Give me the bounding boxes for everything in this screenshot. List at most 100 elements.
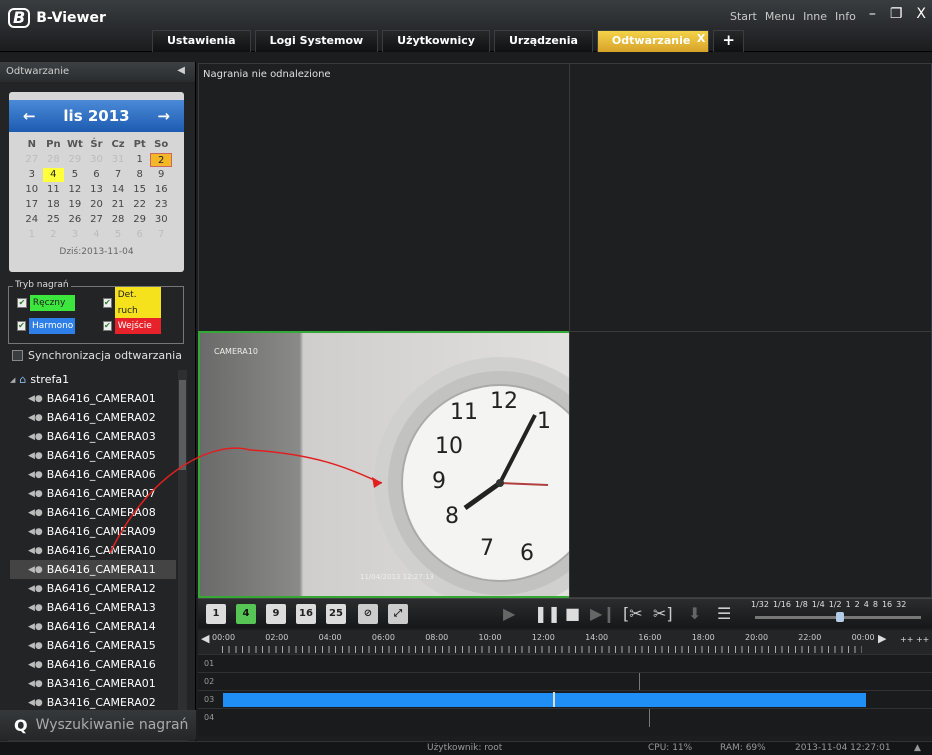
checkbox-icon[interactable]: ✔ <box>17 321 26 331</box>
speed-label[interactable]: 1/2 <box>829 600 842 609</box>
menu-menu[interactable]: Menu <box>765 10 795 23</box>
calendar-day[interactable]: 11 <box>43 183 65 197</box>
calendar-day[interactable]: 29 <box>129 213 151 227</box>
layout-9-button[interactable]: 9 <box>266 604 286 624</box>
camera-item[interactable]: ◀● BA6416_CAMERA06 <box>10 465 176 484</box>
tree-scrollbar[interactable] <box>178 370 187 735</box>
calendar-day[interactable]: 24 <box>21 213 43 227</box>
calendar-day[interactable]: 19 <box>64 198 86 212</box>
expand-icon[interactable]: ◢ <box>10 376 15 384</box>
calendar-day[interactable]: 26 <box>64 213 86 227</box>
calendar-day[interactable]: 14 <box>107 183 129 197</box>
calendar-day[interactable]: 28 <box>43 153 65 167</box>
calendar-day[interactable]: 4 <box>42 168 65 182</box>
recording-bar[interactable] <box>223 693 866 707</box>
search-recordings-button[interactable]: Q Wyszukiwanie nagrań <box>0 710 196 740</box>
camera-item[interactable]: ◀● BA6416_CAMERA11 <box>10 560 176 579</box>
camera-item[interactable]: ◀● BA6416_CAMERA07 <box>10 484 176 503</box>
camera-item[interactable]: ◀● BA6416_CAMERA08 <box>10 503 176 522</box>
layout-16-button[interactable]: 16 <box>296 604 316 624</box>
fullscreen-icon[interactable]: ⤢ <box>388 604 408 624</box>
calendar-day[interactable]: 17 <box>21 198 43 212</box>
timeline-row-01[interactable]: 01 <box>198 654 932 672</box>
tree-root[interactable]: ◢ ⌂ strefa1 <box>10 370 176 389</box>
camera-item[interactable]: ◀● BA6416_CAMERA01 <box>10 389 176 408</box>
calendar-day[interactable]: 6 <box>129 228 151 242</box>
calendar-day[interactable]: 22 <box>129 198 151 212</box>
layout-4-button[interactable]: 4 <box>236 604 256 624</box>
calendar-day[interactable]: 27 <box>21 153 43 167</box>
next-month-icon[interactable]: → <box>157 107 170 125</box>
camera-item[interactable]: ◀● BA6416_CAMERA05 <box>10 446 176 465</box>
calendar-day[interactable]: 25 <box>43 213 65 227</box>
camera-item[interactable]: ◀● BA3416_CAMERA01 <box>10 674 176 693</box>
calendar-day[interactable]: 13 <box>86 183 108 197</box>
menu-inne[interactable]: Inne <box>803 10 827 23</box>
add-tab-button[interactable]: + <box>713 30 744 52</box>
calendar-day[interactable]: 2 <box>150 153 172 167</box>
calendar-day[interactable]: 18 <box>43 198 65 212</box>
camera-item[interactable]: ◀● BA6416_CAMERA12 <box>10 579 176 598</box>
video-pane-1[interactable]: Nagrania nie odnalezione <box>198 63 570 332</box>
video-pane-2[interactable] <box>569 63 932 332</box>
playback-cursor[interactable] <box>553 692 555 707</box>
menu-start[interactable]: Start <box>730 10 757 23</box>
checkbox-icon[interactable]: ✔ <box>103 321 112 331</box>
expand-status-icon[interactable]: ▲ <box>914 743 921 753</box>
calendar-day[interactable]: 3 <box>64 228 86 242</box>
calendar-day[interactable]: 20 <box>86 198 108 212</box>
timeline-next-icon[interactable]: ▶ <box>878 632 886 645</box>
layout-25-button[interactable]: 25 <box>326 604 346 624</box>
tab-logi-systemow[interactable]: Logi Systemow <box>254 30 379 52</box>
download-icon[interactable]: ⬇ <box>688 604 701 623</box>
calendar-day[interactable]: 16 <box>150 183 172 197</box>
stop-all-icon[interactable]: ⊘ <box>358 604 378 624</box>
calendar-day[interactable]: 21 <box>107 198 129 212</box>
mode-input[interactable]: ✔ Wejście <box>101 318 161 334</box>
close-icon[interactable]: X <box>916 6 926 22</box>
speed-label[interactable]: 1/32 <box>751 600 769 609</box>
mode-motion[interactable]: ✔ Det. ruch <box>101 287 161 319</box>
video-pane-4[interactable] <box>569 331 932 598</box>
clip-start-icon[interactable]: [✂ <box>623 604 643 623</box>
calendar-day[interactable]: 5 <box>64 168 86 182</box>
calendar-day[interactable]: 29 <box>64 153 86 167</box>
layout-1-button[interactable]: 1 <box>206 604 226 624</box>
timeline-row-02[interactable]: 02 <box>198 672 932 691</box>
speed-label[interactable]: 4 <box>864 600 869 609</box>
camera-item[interactable]: ◀● BA6416_CAMERA13 <box>10 598 176 617</box>
calendar-day[interactable]: 23 <box>150 198 172 212</box>
tab-odtwarzanie[interactable]: Odtwarzanie X <box>596 30 710 52</box>
tab-urzadzenia[interactable]: Urządzenia <box>493 30 593 52</box>
speed-label[interactable]: 1/8 <box>795 600 808 609</box>
calendar-today[interactable]: Dziś:2013-11-04 <box>9 247 184 257</box>
timeline-prev-icon[interactable]: ◀ <box>201 632 209 645</box>
calendar-day[interactable]: 10 <box>21 183 43 197</box>
speed-label[interactable]: 32 <box>896 600 906 609</box>
timeline-zoom-icon[interactable]: ++ ++ <box>900 635 929 644</box>
speed-label[interactable]: 16 <box>882 600 892 609</box>
calendar-day[interactable]: 8 <box>129 168 151 182</box>
calendar-day[interactable]: 31 <box>107 153 129 167</box>
stop-icon[interactable]: ■ <box>565 604 580 623</box>
video-pane-3[interactable]: 12 1 11 10 9 8 7 6 CAMERA10 11/04/2013 12:27:13 <box>198 331 571 598</box>
minimize-icon[interactable]: – <box>869 6 876 22</box>
calendar-day[interactable]: 4 <box>86 228 108 242</box>
list-icon[interactable]: ☰ <box>717 604 731 623</box>
calendar-day[interactable]: 7 <box>107 168 129 182</box>
calendar-day[interactable]: 30 <box>150 213 172 227</box>
calendar-day[interactable]: 27 <box>86 213 108 227</box>
calendar-day[interactable]: 7 <box>150 228 172 242</box>
camera-item[interactable]: ◀● BA6416_CAMERA02 <box>10 408 176 427</box>
tab-uzytkownicy[interactable]: Użytkownicy <box>382 30 490 52</box>
mode-schedule[interactable]: ✔ Harmono <box>15 318 75 334</box>
timeline-row-03[interactable]: 03 <box>198 690 932 708</box>
sync-checkbox[interactable] <box>12 350 23 361</box>
calendar-day[interactable]: 5 <box>107 228 129 242</box>
timeline-row-04[interactable]: 04 <box>198 708 932 727</box>
sync-playback-option[interactable]: Synchronizacja odtwarzania <box>12 349 182 362</box>
calendar-day[interactable]: 2 <box>43 228 65 242</box>
mode-manual[interactable]: ✔ Ręczny <box>15 295 75 311</box>
prev-month-icon[interactable]: ← <box>23 107 36 125</box>
maximize-icon[interactable]: ❐ <box>890 6 903 22</box>
